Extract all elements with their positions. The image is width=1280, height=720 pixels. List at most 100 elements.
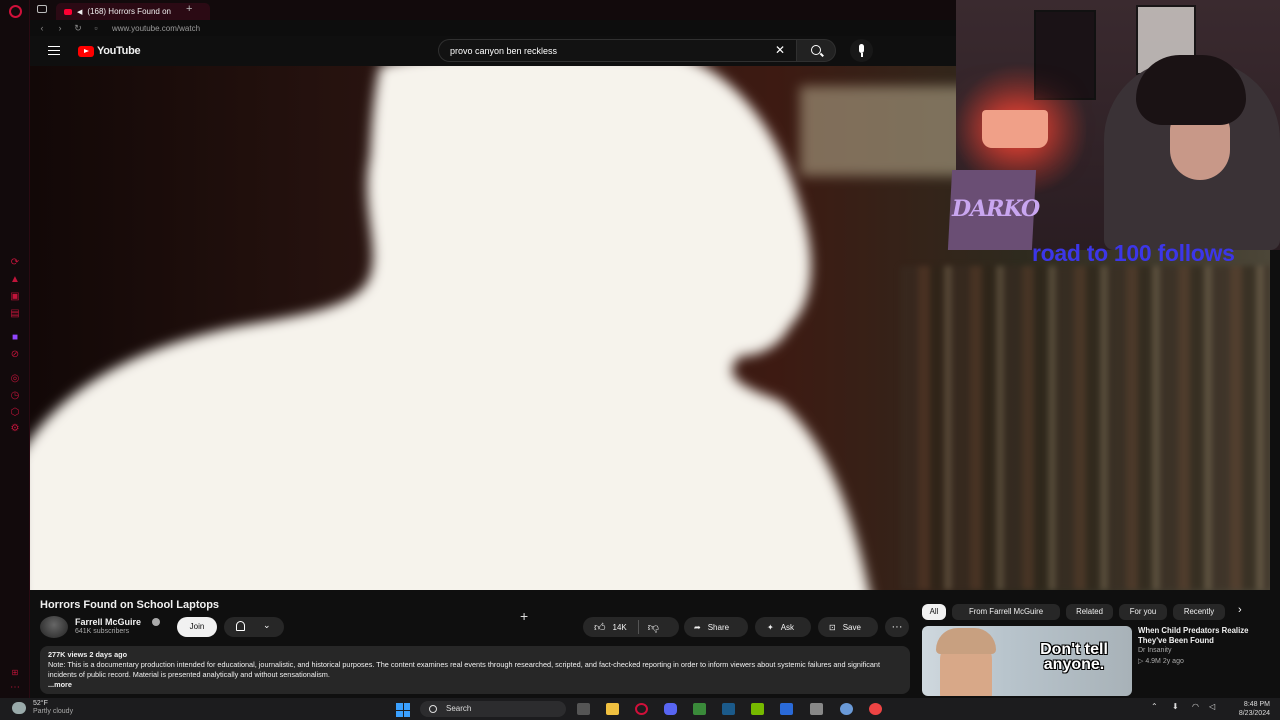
chip-for-you[interactable]: For you — [1119, 604, 1167, 620]
webcam-lamp — [982, 110, 1048, 148]
youtube-favicon-icon — [64, 8, 72, 15]
taskbar-search-label: Search — [446, 704, 472, 713]
chip-recently[interactable]: Recently — [1173, 604, 1225, 620]
discord-icon[interactable] — [664, 703, 677, 715]
forward-icon[interactable]: › — [54, 23, 66, 33]
opera-taskbar-icon[interactable] — [635, 703, 648, 715]
chip-all[interactable]: All — [922, 604, 946, 620]
description-box[interactable]: 277K views 2 days ago Note: This is a do… — [40, 646, 910, 694]
taskbar-search-icon — [429, 705, 437, 713]
share-label: Share — [707, 622, 730, 632]
history-icon[interactable]: ◷ — [9, 391, 21, 401]
mic-icon[interactable] — [850, 39, 873, 62]
chip-related[interactable]: Related — [1066, 604, 1113, 620]
clock-time: 8:48 PM — [1243, 701, 1270, 708]
more-icon[interactable]: ⋯ — [9, 683, 21, 693]
subscription-bell-button[interactable]: ⌄ — [224, 617, 284, 637]
app-icon-gray[interactable] — [810, 703, 823, 715]
tray-app-icon[interactable]: ⬇ — [1172, 702, 1179, 711]
sidebar-icon-2[interactable]: ▲ — [9, 275, 21, 285]
chip-from-channel[interactable]: From Farrell McGuire — [952, 604, 1060, 620]
windows-start-icon[interactable] — [396, 703, 410, 717]
app-icon-round[interactable] — [840, 703, 853, 715]
sidebar-icon-6[interactable]: ◎ — [9, 374, 21, 384]
save-button[interactable]: ⊡ Save — [818, 617, 878, 637]
weather-temperature[interactable]: 52°F — [33, 700, 48, 707]
streamer-hair — [1136, 55, 1246, 125]
channel-avatar[interactable] — [40, 616, 68, 638]
search-button[interactable] — [796, 39, 836, 62]
save-label: Save — [842, 622, 861, 632]
file-explorer-icon[interactable] — [606, 703, 619, 715]
app-icon-green[interactable] — [693, 703, 706, 715]
tabs-overview-icon[interactable] — [37, 5, 47, 13]
sidebar-icon-7[interactable]: ⬡ — [9, 408, 21, 418]
speaker-icon[interactable]: ◀ — [77, 8, 82, 16]
url-field[interactable]: www.youtube.com/watch — [112, 24, 200, 33]
join-button[interactable]: Join — [177, 617, 217, 637]
chevron-right-icon[interactable]: › — [1238, 604, 1242, 616]
like-count[interactable]: 14K — [613, 623, 627, 632]
thumbnail-caption: Don't tell anyone. — [1040, 641, 1108, 673]
sidebar-icon-5[interactable]: ⊘ — [9, 350, 21, 360]
wifi-icon[interactable]: ◠ — [1192, 702, 1199, 711]
sidebar-icon-8[interactable]: ⊞ — [9, 668, 21, 678]
recommended-title[interactable]: When Child Predators Realize They've Bee… — [1138, 626, 1273, 646]
like-divider — [637, 620, 639, 634]
sidebar-icon-1[interactable]: ⟳ — [9, 258, 21, 268]
weather-icon[interactable] — [12, 702, 26, 714]
twitch-icon[interactable]: ■ — [9, 333, 21, 343]
youtube-header: YouTube provo canyon ben reckless ✕ — [30, 36, 956, 66]
task-view-icon[interactable] — [577, 703, 590, 715]
youtube-logo-text: YouTube — [97, 45, 141, 57]
sidebar-icon-4[interactable]: ▤ — [9, 309, 21, 319]
opera-icon[interactable] — [9, 5, 22, 18]
more-actions-button[interactable]: ··· — [885, 617, 909, 637]
taskbar-search[interactable]: Search — [420, 701, 566, 717]
description-more-link[interactable]: ...more — [48, 680, 902, 690]
youtube-logo[interactable]: YouTube — [78, 45, 141, 57]
nvidia-icon[interactable] — [751, 703, 764, 715]
ask-button[interactable]: ✦ Ask — [755, 617, 811, 637]
weather-condition[interactable]: Partly cloudy — [33, 708, 73, 715]
screen: ⟳ ▲ ▣ ▤ ■ ⊘ ◎ ◷ ⬡ ⚙ ⊞ ⋯ ◀ (168) Horrors … — [0, 0, 1280, 720]
close-icon[interactable]: ✕ — [775, 43, 785, 57]
bell-icon — [236, 621, 245, 631]
tray-chevron-icon[interactable]: ⌃ — [1151, 702, 1158, 711]
recommended-meta: ▷ 4.9M 2y ago — [1138, 658, 1184, 665]
settings-icon[interactable]: ⚙ — [9, 424, 21, 434]
sidebar-icon-3[interactable]: ▣ — [9, 292, 21, 302]
cursor-crosshair: + — [520, 608, 529, 624]
clock-date: 8/23/2024 — [1238, 710, 1270, 717]
video-silhouette — [30, 66, 869, 590]
hamburger-icon[interactable] — [48, 46, 60, 55]
youtube-play-icon — [78, 45, 94, 57]
tab-title: (168) Horrors Found on — [87, 7, 171, 16]
browser-sidebar: ⟳ ▲ ▣ ▤ ■ ⊘ ◎ ◷ ⬡ ⚙ ⊞ ⋯ — [0, 0, 30, 700]
volume-icon[interactable]: ◁ — [1209, 702, 1215, 711]
lock-icon: ▫ — [94, 23, 98, 33]
dislike-icon[interactable]: 👎︎ — [648, 621, 659, 634]
search-input[interactable]: provo canyon ben reckless — [438, 39, 796, 62]
view-count-date: 277K views 2 days ago — [48, 650, 128, 659]
share-button[interactable]: ➦ Share — [684, 617, 748, 637]
steam-icon[interactable] — [722, 703, 735, 715]
like-icon[interactable]: 👍︎ — [594, 621, 606, 634]
back-icon[interactable]: ‹ — [36, 23, 48, 33]
verified-icon — [152, 618, 160, 626]
follower-goal-text: road to 100 follows — [1032, 240, 1235, 266]
subscriber-count: 641K subscribers — [75, 628, 130, 635]
recommended-channel[interactable]: Dr Insanity — [1138, 647, 1171, 654]
share-icon: ➦ — [694, 622, 701, 632]
channel-name[interactable]: Farrell McGuire — [75, 617, 141, 627]
description-text: Note: This is a documentary production i… — [48, 660, 881, 679]
app-icon-red[interactable] — [869, 703, 882, 715]
new-tab-button[interactable]: + — [186, 3, 192, 15]
windows-taskbar: 52°F Partly cloudy Search ⌃ ⬇ ◠ ◁ 8:48 P… — [0, 698, 1280, 720]
save-icon: ⊡ — [829, 622, 836, 632]
taskbar-clock[interactable]: 8:48 PM 8/23/2024 — [1228, 700, 1270, 718]
app-icon-blue[interactable] — [780, 703, 793, 715]
reload-icon[interactable]: ↻ — [72, 23, 84, 34]
chevron-down-icon: ⌄ — [263, 620, 271, 630]
video-title: Horrors Found on School Laptops — [40, 599, 220, 611]
